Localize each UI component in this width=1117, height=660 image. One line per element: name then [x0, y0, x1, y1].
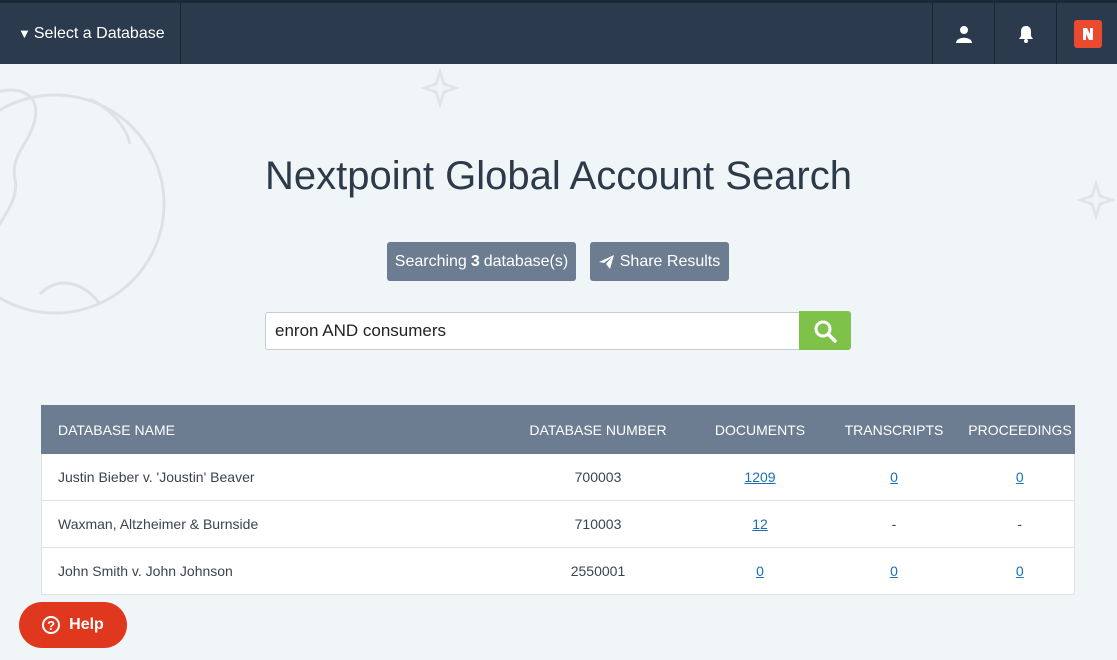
- results-table: DATABASE NAME DATABASE NUMBER DOCUMENTS …: [41, 405, 1075, 595]
- searching-databases-button[interactable]: Searching 3 database(s): [387, 242, 576, 281]
- header-database-name: DATABASE NAME: [41, 405, 499, 454]
- select-database-dropdown[interactable]: ▼ Select a Database: [0, 3, 181, 64]
- proceedings-count-link[interactable]: 0: [1016, 563, 1024, 579]
- share-results-button[interactable]: Share Results: [590, 242, 729, 281]
- top-navbar: ▼ Select a Database: [0, 0, 1117, 64]
- header-transcripts: TRANSCRIPTS: [822, 405, 966, 454]
- user-menu-button[interactable]: [932, 3, 994, 64]
- bell-icon: [1018, 25, 1033, 43]
- proceedings-cell: 0: [965, 547, 1075, 595]
- database-name-cell: John Smith v. John Johnson: [41, 547, 499, 595]
- database-number-cell: 2550001: [498, 547, 698, 595]
- transcripts-count-link[interactable]: 0: [890, 469, 898, 485]
- table-row: Justin Bieber v. 'Joustin' Beaver 700003…: [41, 453, 1075, 501]
- help-button[interactable]: ? Help: [19, 602, 127, 648]
- transcripts-cell: -: [822, 500, 966, 548]
- header-database-number: DATABASE NUMBER: [498, 405, 698, 454]
- notifications-button[interactable]: [994, 3, 1056, 64]
- database-name-cell: Justin Bieber v. 'Joustin' Beaver: [41, 453, 499, 501]
- database-number-cell: 710003: [498, 500, 698, 548]
- database-count: 3: [470, 252, 480, 270]
- search-input[interactable]: [265, 312, 800, 350]
- search-button[interactable]: [799, 311, 851, 350]
- header-documents: DOCUMENTS: [697, 405, 823, 454]
- table-row: Waxman, Altzheimer & Burnside 710003 12 …: [41, 500, 1075, 548]
- search-icon: [814, 320, 837, 343]
- user-icon: [955, 25, 972, 43]
- transcripts-cell: 0: [822, 453, 966, 501]
- nextpoint-logo-icon: [1073, 19, 1102, 48]
- documents-cell: 12: [697, 500, 823, 548]
- documents-count-link[interactable]: 1209: [744, 469, 775, 485]
- caret-down-icon: ▼: [18, 26, 31, 41]
- documents-cell: 0: [697, 547, 823, 595]
- documents-count-link[interactable]: 12: [752, 516, 768, 532]
- header-proceedings: PROCEEDINGS: [965, 405, 1075, 454]
- table-header-row: DATABASE NAME DATABASE NUMBER DOCUMENTS …: [41, 405, 1075, 454]
- proceedings-cell: -: [965, 500, 1075, 548]
- documents-cell: 1209: [697, 453, 823, 501]
- nextpoint-logo-button[interactable]: [1056, 3, 1117, 64]
- paper-plane-icon: [598, 254, 614, 269]
- documents-count-link[interactable]: 0: [756, 563, 764, 579]
- table-row: John Smith v. John Johnson 2550001 0 0 0: [41, 547, 1075, 595]
- question-circle-icon: ?: [42, 616, 61, 634]
- database-name-cell: Waxman, Altzheimer & Burnside: [41, 500, 499, 548]
- database-number-cell: 700003: [498, 453, 698, 501]
- page-title: Nextpoint Global Account Search: [264, 154, 852, 198]
- select-database-label: Select a Database: [33, 24, 165, 42]
- transcripts-count-link[interactable]: 0: [890, 563, 898, 579]
- transcripts-cell: 0: [822, 547, 966, 595]
- proceedings-count-link[interactable]: 0: [1016, 469, 1024, 485]
- proceedings-cell: 0: [965, 453, 1075, 501]
